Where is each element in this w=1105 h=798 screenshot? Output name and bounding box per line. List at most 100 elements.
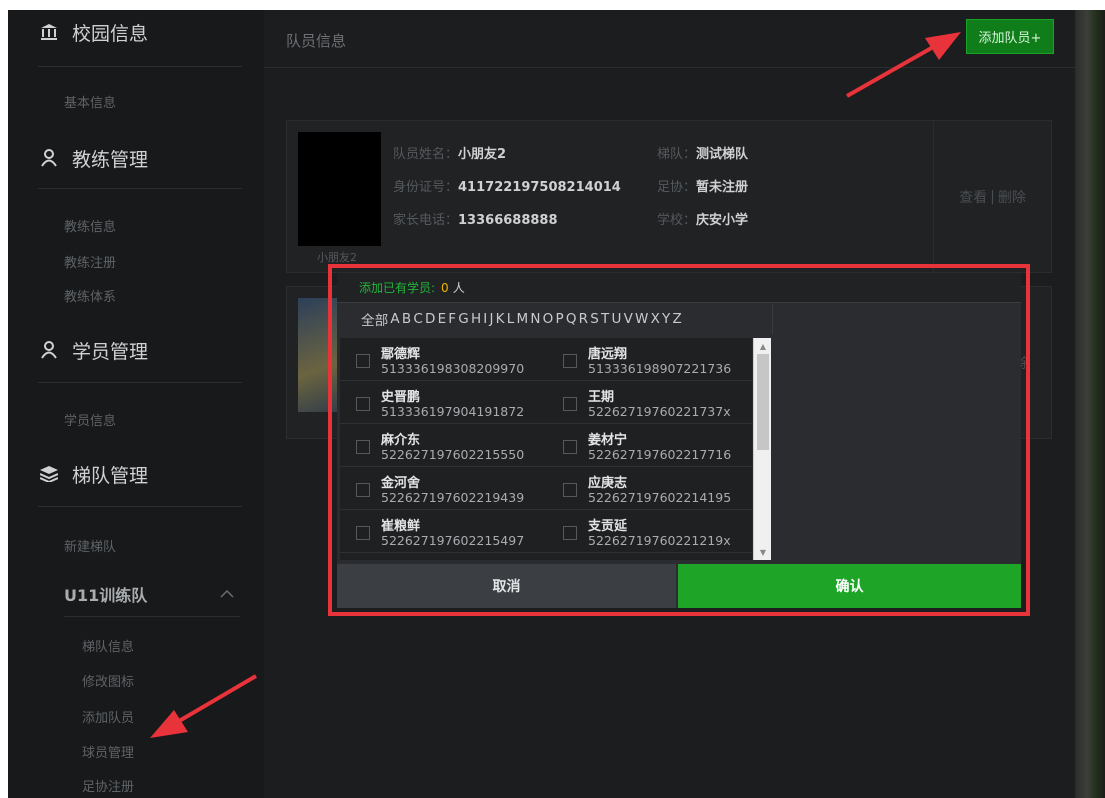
filter-letter-c[interactable]: C	[413, 311, 423, 327]
filter-letter-l[interactable]: L	[507, 311, 515, 327]
table-row: 鄢德辉 513336198308209970 唐远翔 5133361989072217…	[340, 338, 752, 381]
annotation-arrow-icon	[846, 32, 961, 98]
filter-letter-u[interactable]: U	[611, 311, 621, 327]
sidebar-item-add-member[interactable]: 添加队员	[82, 707, 134, 726]
student-item[interactable]: 支贡延 52262719760221219x	[547, 512, 747, 552]
filter-letter-h[interactable]: H	[471, 311, 481, 327]
filter-letter-q[interactable]: Q	[566, 311, 577, 327]
team-group-label: U11训练队	[64, 586, 148, 605]
sidebar-section-label: 校园信息	[72, 22, 149, 45]
student-name: 麻介东	[381, 433, 421, 448]
student-checkbox[interactable]	[356, 440, 370, 454]
student-checkbox[interactable]	[563, 440, 577, 454]
sidebar-item-coach-info[interactable]: 教练信息	[64, 216, 116, 235]
sidebar-section-team[interactable]: 梯队管理	[38, 454, 238, 494]
filter-letter-g[interactable]: G	[458, 311, 469, 327]
member-fa: 暂未注册	[696, 180, 749, 195]
filter-letter-y[interactable]: Y	[662, 311, 670, 327]
stack-icon	[38, 466, 60, 482]
filter-all[interactable]: 全部	[361, 309, 388, 329]
filter-letter-m[interactable]: M	[516, 311, 528, 327]
add-student-dialog: 添加已有学员: 0 人 全部 ABCDEFGHIJKLMNOPQRSTUVWXY…	[337, 273, 1021, 608]
student-item[interactable]: 唐远翔 513336198907221736	[547, 340, 747, 380]
student-item[interactable]: 金河舍 522627197602219439	[340, 469, 540, 509]
filter-letter-n[interactable]: N	[530, 311, 540, 327]
filter-letter-i[interactable]: I	[483, 311, 487, 327]
student-id: 522627197602219439	[381, 490, 525, 505]
sidebar-item-edit-icon[interactable]: 修改图标	[82, 671, 134, 690]
student-checkbox[interactable]	[356, 483, 370, 497]
student-id: 52262719760221219x	[588, 533, 731, 548]
student-checkbox[interactable]	[563, 526, 577, 540]
sidebar-item-basic-info[interactable]: 基本信息	[64, 92, 116, 111]
filter-letter-t[interactable]: T	[601, 311, 609, 327]
separator: |	[990, 188, 995, 205]
student-name: 王期	[588, 390, 615, 405]
team-group-u11[interactable]: U11训练队	[64, 580, 240, 608]
sidebar-item-student-info[interactable]: 学员信息	[64, 410, 116, 429]
student-name: 金河舍	[381, 476, 421, 491]
sidebar-section-coach[interactable]: 教练管理	[38, 138, 238, 178]
student-checkbox[interactable]	[563, 354, 577, 368]
student-checkbox[interactable]	[563, 397, 577, 411]
sidebar-section-campus[interactable]: 校园信息	[38, 12, 238, 52]
student-item[interactable]: 王期 52262719760221737x	[547, 383, 747, 423]
student-item[interactable]: 麻介东 522627197602215550	[340, 426, 540, 466]
filter-letter-x[interactable]: X	[651, 311, 660, 327]
sidebar-item-fa-register[interactable]: 足协注册	[82, 776, 134, 795]
card-actions: 查看 | 删除	[933, 121, 1051, 272]
filter-letter-r[interactable]: R	[579, 311, 589, 327]
filter-letter-k[interactable]: K	[496, 311, 505, 327]
dialog-header-label: 添加已有学员:	[359, 281, 436, 295]
student-checkbox[interactable]	[356, 397, 370, 411]
add-member-button[interactable]: 添加队员+	[966, 19, 1054, 54]
member-id: 411722197508214014	[458, 180, 621, 195]
student-name: 唐远翔	[588, 347, 628, 362]
user-icon	[38, 341, 60, 359]
student-item[interactable]: 姜材宁 522627197602217716	[547, 426, 747, 466]
student-id: 513336198308209970	[381, 361, 525, 376]
filter-letter-s[interactable]: S	[590, 311, 599, 327]
student-item[interactable]: 鄢德辉 513336198308209970	[340, 340, 540, 380]
divider	[38, 382, 242, 383]
letter-filters: ABCDEFGHIJKLMNOPQRSTUVWXYZ	[390, 311, 684, 327]
view-link[interactable]: 查看	[959, 187, 987, 207]
student-id: 522627197602215550	[381, 447, 525, 462]
student-checkbox[interactable]	[563, 483, 577, 497]
scroll-thumb[interactable]	[757, 354, 769, 450]
cancel-button[interactable]: 取消	[337, 564, 676, 608]
delete-link[interactable]: 删除	[998, 187, 1026, 207]
sidebar-item-coach-system[interactable]: 教练体系	[64, 286, 116, 305]
filter-letter-v[interactable]: V	[624, 311, 633, 327]
student-item[interactable]: 崔粮鲜 522627197602215497	[340, 512, 540, 552]
student-checkbox[interactable]	[356, 354, 370, 368]
filter-letter-o[interactable]: O	[543, 311, 554, 327]
filter-letter-z[interactable]: Z	[672, 311, 681, 327]
filter-letter-a[interactable]: A	[390, 311, 399, 327]
filter-letter-e[interactable]: E	[438, 311, 447, 327]
scroll-up-icon[interactable]: ▲	[754, 339, 772, 353]
count-unit: 人	[452, 281, 465, 295]
filter-letter-w[interactable]: W	[635, 311, 649, 327]
scroll-down-icon[interactable]: ▼	[754, 545, 772, 559]
sidebar-item-coach-register[interactable]: 教练注册	[64, 252, 116, 271]
filter-letter-b[interactable]: B	[402, 311, 411, 327]
student-checkbox[interactable]	[356, 526, 370, 540]
student-id: 513336197904191872	[381, 404, 525, 419]
sidebar-item-team-info[interactable]: 梯队信息	[82, 636, 134, 655]
student-name: 支贡延	[588, 519, 628, 534]
app-window: 校园信息 基本信息 教练管理 教练信息 教练注册 教练体系 学员管理 学员信息 …	[8, 10, 1105, 798]
student-item[interactable]: 应庚志 522627197602214195	[547, 469, 747, 509]
student-item[interactable]: 史晋鹏 513336197904191872	[340, 383, 540, 423]
list-scrollbar[interactable]: ▲ ▼	[753, 338, 771, 560]
filter-letter-j[interactable]: J	[489, 311, 493, 327]
filter-letter-p[interactable]: P	[555, 311, 563, 327]
confirm-button[interactable]: 确认	[678, 564, 1021, 608]
filter-letter-d[interactable]: D	[425, 311, 436, 327]
filter-letter-f[interactable]: F	[448, 311, 456, 327]
sidebar-item-new-team[interactable]: 新建梯队	[64, 536, 116, 555]
sidebar-section-student[interactable]: 学员管理	[38, 330, 238, 370]
student-id: 522627197602215497	[381, 533, 525, 548]
sidebar-item-player-manage[interactable]: 球员管理	[82, 742, 134, 761]
alphabet-filter: 全部 ABCDEFGHIJKLMNOPQRSTUVWXYZ	[337, 304, 773, 334]
